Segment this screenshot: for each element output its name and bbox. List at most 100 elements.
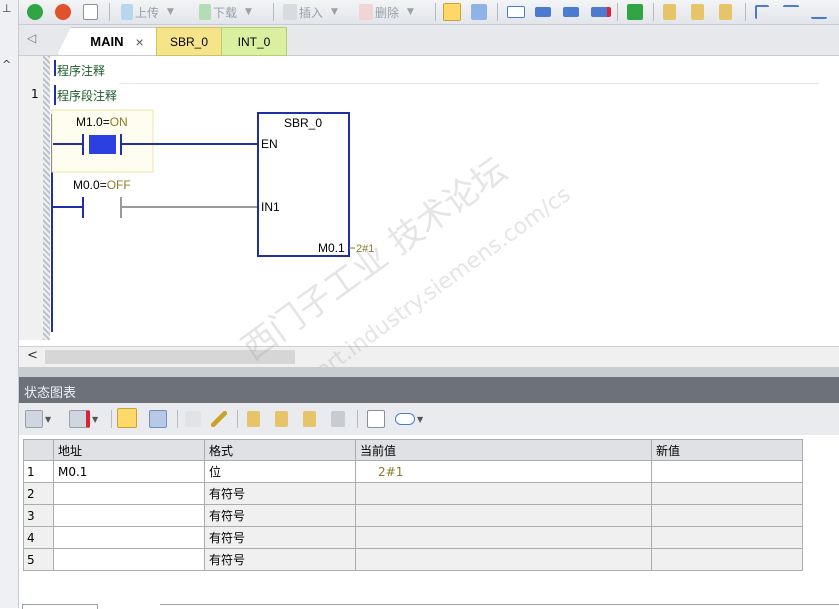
pause-icon [149,410,167,428]
lock-all-button[interactable] [719,3,732,21]
bottom-tab[interactable] [22,604,98,609]
main-toolbar: 上传 ▼ 下载 ▼ 插入 ▼ 删除 ▼ [19,0,839,25]
new-value-cell[interactable] [651,504,803,527]
pencil-icon [211,411,227,427]
address-cell[interactable] [53,526,205,549]
read-forced-icon [331,411,345,427]
bottom-divider [160,604,839,605]
dropdown-arrow-icon: ▼ [45,414,52,424]
contact-2-label[interactable]: M0.0=OFF [73,178,131,192]
remove-bookmark-button[interactable] [591,3,611,21]
scroll-thumb[interactable] [45,350,295,364]
delete-icon [359,4,373,20]
read-forced-button[interactable] [331,410,345,428]
branch-button[interactable] [755,3,769,21]
lock-icon [247,411,260,427]
panel-splitter[interactable] [19,367,839,377]
scroll-left-icon[interactable]: < [27,348,38,363]
column-header[interactable]: 新值 [651,439,803,461]
close-icon[interactable]: × [136,34,144,50]
unlock-icon [275,411,288,427]
tab-int-0-label: INT_0 [237,34,271,49]
force-button[interactable] [247,410,260,428]
row-number-header [23,439,54,461]
glasses-icon [185,411,201,427]
table-row[interactable]: 5 有符号 [23,548,803,571]
add-row-button[interactable]: ▼ [25,410,51,428]
goto-button[interactable] [627,3,643,21]
compile-button[interactable] [83,3,98,21]
sbr-0-block[interactable] [257,112,350,257]
goto-icon [627,4,643,20]
lock-button[interactable] [663,3,676,21]
tag-button[interactable]: ▼ [395,410,423,428]
download-button[interactable]: 下载 ▼ [199,3,252,21]
unforce-all-button[interactable] [303,410,316,428]
tab-main-label: MAIN [90,34,124,49]
next-bookmark-button[interactable] [563,3,579,21]
chevron-up-icon[interactable]: ^ [2,58,11,71]
chart-status-button[interactable] [117,408,137,428]
table-row[interactable]: 3 有符号 [23,504,803,527]
column-header[interactable]: 当前值 [355,439,652,461]
up-line-icon [811,5,827,19]
current-value-cell [355,526,652,549]
delete-button[interactable]: 删除 ▼ [359,3,414,21]
bookmark-button[interactable] [507,3,525,21]
pause-trend-button[interactable] [149,410,167,428]
program-status-button[interactable] [443,3,461,21]
trend-view-button[interactable] [367,410,385,428]
format-cell[interactable]: 位 [204,460,356,483]
format-cell[interactable]: 有符号 [204,526,356,549]
unforce-button[interactable] [275,410,288,428]
insert-button[interactable]: 插入 ▼ [283,3,338,21]
column-header[interactable]: 地址 [53,439,205,461]
status-chart-button[interactable] [471,3,487,21]
table-row[interactable]: 1 M0.1 位 2#1 [23,460,803,483]
unlock-button[interactable] [691,3,704,21]
status-chart-toolbar: ▼ ▼ ▼ [19,403,839,436]
current-value-cell: 2#1 [355,460,652,483]
read-button[interactable] [185,410,201,428]
column-header[interactable]: 格式 [204,439,356,461]
stop-button[interactable] [55,3,71,21]
out-pin-value: 2#1 [356,243,374,255]
address-cell[interactable] [53,504,205,527]
unlock-icon [691,4,704,20]
down-line-button[interactable] [783,3,799,21]
contact-1-on-fill[interactable] [89,135,116,154]
remove-bookmark-icon [591,7,611,17]
upload-button[interactable]: 上传 ▼ [121,3,174,21]
tab-sbr-0[interactable]: SBR_0 [156,27,222,56]
tab-int-0[interactable]: INT_0 [221,27,287,56]
address-cell[interactable] [53,548,205,571]
branch-icon [755,5,769,19]
contact-1-label[interactable]: M1.0=ON [76,115,128,129]
dropdown-arrow-icon: ▼ [245,7,252,17]
delete-row-button[interactable]: ▼ [69,410,98,428]
new-value-cell[interactable] [651,482,803,505]
editor-horizontal-scrollbar[interactable]: < [19,346,839,367]
pin-icon[interactable]: ⊥ [2,2,12,15]
up-line-button[interactable] [811,3,827,21]
new-value-cell[interactable] [651,460,803,483]
format-cell[interactable]: 有符号 [204,548,356,571]
prev-bookmark-button[interactable] [535,3,551,21]
write-button[interactable] [211,410,227,428]
new-value-cell[interactable] [651,526,803,549]
lock-all-icon [719,4,732,20]
address-cell[interactable]: M0.1 [53,460,205,483]
insert-label: 插入 [299,5,324,20]
prev-bookmark-icon [535,7,551,17]
download-label: 下载 [213,5,238,20]
table-row[interactable]: 4 有符号 [23,526,803,549]
row-number: 5 [23,548,54,571]
new-value-cell[interactable] [651,548,803,571]
run-button[interactable] [27,3,43,21]
tab-scroll-left-icon[interactable]: ◁ [27,31,36,45]
format-cell[interactable]: 有符号 [204,504,356,527]
format-cell[interactable]: 有符号 [204,482,356,505]
address-cell[interactable] [53,482,205,505]
table-row[interactable]: 2 有符号 [23,482,803,505]
current-value-cell [355,504,652,527]
